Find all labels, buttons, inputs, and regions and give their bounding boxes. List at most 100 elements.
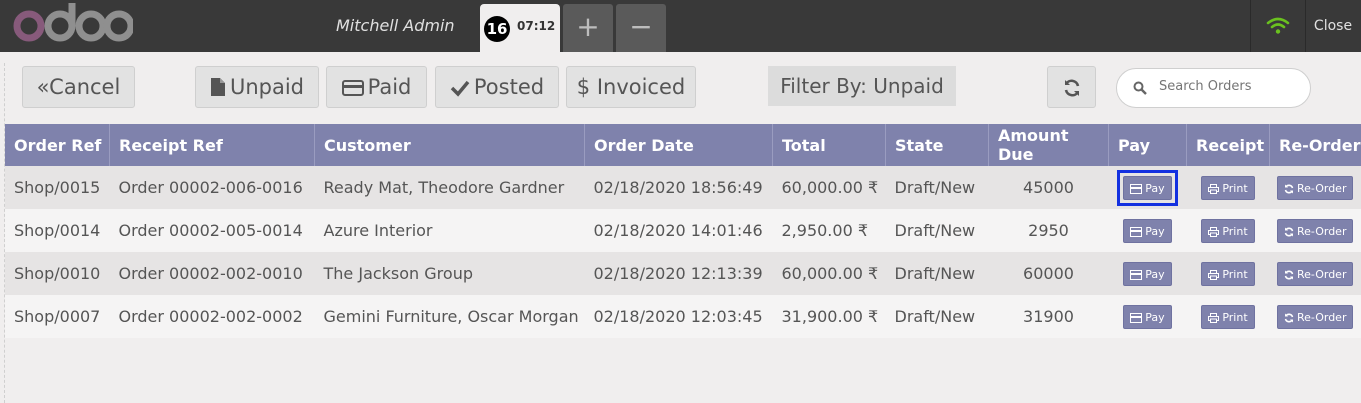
reorder-cell: Re-Order	[1269, 295, 1361, 338]
wifi-icon	[1266, 17, 1290, 34]
print-button[interactable]: Print	[1201, 304, 1255, 329]
order-tab-selector[interactable]: 16 07:12	[480, 4, 560, 52]
close-button[interactable]: Close	[1305, 0, 1361, 52]
total: 60,000.00 ₹	[772, 166, 886, 209]
amount-due: 45000	[988, 166, 1109, 209]
posted-filter-button[interactable]: Posted	[435, 66, 559, 108]
order-date: 02/18/2020 12:13:39	[584, 252, 773, 295]
reorder-button[interactable]: Re-Order	[1277, 304, 1354, 329]
reorder-button[interactable]: Re-Order	[1277, 175, 1354, 200]
reorder-cell: Re-Order	[1269, 166, 1361, 209]
odoo-logo	[13, 3, 133, 42]
user-name: Mitchell Admin	[336, 16, 455, 35]
customer: The Jackson Group	[314, 252, 585, 295]
reorder-button[interactable]: Re-Order	[1277, 261, 1354, 286]
pay-button[interactable]: Pay	[1123, 218, 1172, 243]
search-icon	[1133, 81, 1147, 95]
col-order-ref: Order Ref	[5, 124, 110, 166]
credit-card-icon	[1130, 226, 1143, 237]
filter-status: Filter By: Unpaid	[768, 66, 956, 106]
col-amount-due: Amount Due	[988, 124, 1109, 166]
pay-cell: Pay	[1108, 209, 1187, 252]
reorder-label: Re-Order	[1297, 267, 1347, 281]
receipt-ref: Order 00002-006-0016	[109, 166, 315, 209]
print-cell: Print	[1186, 295, 1270, 338]
col-customer: Customer	[314, 124, 585, 166]
paid-label: Paid	[367, 75, 412, 99]
table-row[interactable]: Shop/0014 Order 00002-005-0014 Azure Int…	[5, 209, 1361, 252]
add-order-button[interactable]: +	[563, 4, 613, 52]
col-receipt-ref: Receipt Ref	[109, 124, 315, 166]
unpaid-filter-button[interactable]: Unpaid	[195, 66, 319, 108]
credit-card-icon	[1130, 269, 1143, 280]
print-cell: Print	[1186, 252, 1270, 295]
unpaid-label: Unpaid	[229, 75, 305, 99]
col-order-date: Order Date	[584, 124, 773, 166]
table-row[interactable]: Shop/0010 Order 00002-002-0010 The Jacks…	[5, 252, 1361, 295]
print-icon	[1208, 183, 1220, 194]
posted-label: Posted	[473, 75, 545, 99]
receipt-ref: Order 00002-002-0010	[109, 252, 315, 295]
search-input[interactable]	[1157, 78, 1306, 95]
table-row[interactable]: Shop/0007 Order 00002-002-0002 Gemini Fu…	[5, 295, 1361, 338]
pay-cell: Pay	[1108, 252, 1187, 295]
print-label: Print	[1222, 224, 1248, 238]
order-ref: Shop/0014	[5, 209, 110, 252]
refresh-icon	[1284, 227, 1294, 236]
reorder-label: Re-Order	[1297, 310, 1347, 324]
order-number-badge: 16	[484, 16, 510, 42]
amount-due: 60000	[988, 252, 1109, 295]
order-ref: Shop/0010	[5, 252, 110, 295]
col-total: Total	[772, 124, 886, 166]
print-button[interactable]: Print	[1201, 261, 1255, 286]
pay-button[interactable]: Pay	[1123, 175, 1172, 200]
credit-card-icon	[341, 80, 364, 96]
customer: Azure Interior	[314, 209, 585, 252]
pay-cell: Pay	[1108, 295, 1187, 338]
refresh-icon	[1284, 184, 1294, 193]
double-chevron-left-icon: «	[36, 75, 50, 99]
remove-order-button[interactable]: −	[616, 4, 666, 52]
total: 31,900.00 ₹	[772, 295, 886, 338]
paid-filter-button[interactable]: Paid	[326, 66, 427, 108]
reorder-cell: Re-Order	[1269, 209, 1361, 252]
invoiced-label: Invoiced	[596, 75, 686, 99]
state: Draft/New	[885, 209, 989, 252]
cancel-button[interactable]: «Cancel	[22, 66, 135, 108]
check-icon	[450, 80, 470, 97]
print-label: Print	[1222, 310, 1248, 324]
reorder-label: Re-Order	[1297, 181, 1347, 195]
customer: Ready Mat, Theodore Gardner	[314, 166, 585, 209]
state: Draft/New	[885, 166, 989, 209]
col-state: State	[885, 124, 989, 166]
print-icon	[1208, 226, 1220, 237]
reorder-button[interactable]: Re-Order	[1277, 218, 1354, 243]
cancel-label: Cancel	[49, 75, 121, 99]
pay-button[interactable]: Pay	[1123, 304, 1172, 329]
search-box[interactable]	[1116, 68, 1311, 108]
table-row[interactable]: Shop/0015 Order 00002-006-0016 Ready Mat…	[5, 166, 1361, 209]
print-button[interactable]: Print	[1201, 175, 1255, 200]
amount-due: 2950	[988, 209, 1109, 252]
top-bar: Mitchell Admin 16 07:12 + − Close	[0, 0, 1361, 52]
table-header-row: Order Ref Receipt Ref Customer Order Dat…	[5, 124, 1361, 166]
invoiced-filter-button[interactable]: $ Invoiced	[566, 66, 696, 108]
print-cell: Print	[1186, 209, 1270, 252]
print-cell: Print	[1186, 166, 1270, 209]
order-time: 07:12	[517, 19, 556, 33]
customer: Gemini Furniture, Oscar Morgan	[314, 295, 585, 338]
pay-label: Pay	[1145, 181, 1165, 195]
credit-card-icon	[1130, 183, 1143, 194]
print-button[interactable]: Print	[1201, 218, 1255, 243]
refresh-icon	[1284, 313, 1294, 322]
refresh-button[interactable]	[1047, 66, 1096, 108]
state: Draft/New	[885, 295, 989, 338]
dollar-icon: $	[576, 75, 591, 99]
pay-button[interactable]: Pay	[1123, 261, 1172, 286]
print-icon	[1208, 312, 1220, 323]
connection-status	[1250, 0, 1306, 52]
order-date: 02/18/2020 14:01:46	[584, 209, 773, 252]
print-label: Print	[1222, 181, 1248, 195]
total: 2,950.00 ₹	[772, 209, 886, 252]
pay-label: Pay	[1145, 310, 1165, 324]
